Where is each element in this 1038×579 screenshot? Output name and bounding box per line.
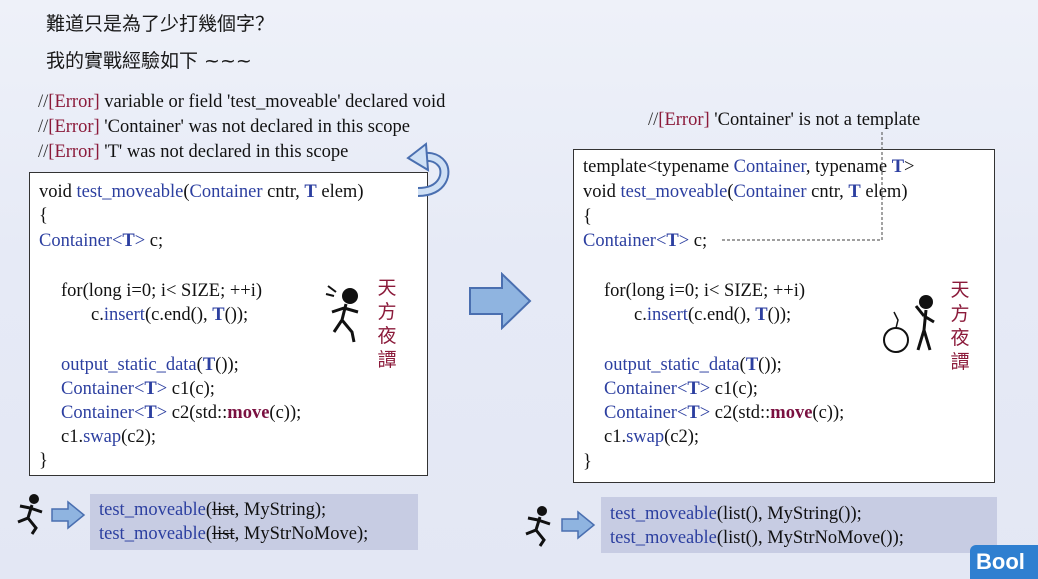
slide-title-line1: 難道只是為了少打幾個字？ [46,13,275,35]
runner-right-icon [525,506,551,547]
left-code-brace-open: { [39,206,48,226]
right-arrow-icon [469,272,532,330]
left-error-1: //[Error] variable or field 'test_moveab… [38,92,446,112]
right-code-line-for: for(long i=0; i< SIZE; ++i) [604,281,806,301]
left-code-line-decl: Container<T> c; [39,231,164,251]
right-code-brace-open: { [583,207,592,227]
right-cjk-3: 夜 [950,327,970,349]
right-code-line-c2: Container<T> c2(std::move(c)); [604,403,845,423]
right-cjk-2: 方 [950,303,970,325]
left-code-brace-close: } [39,451,48,471]
left-code-line-c2: Container<T> c2(std::move(c)); [61,403,302,423]
left-cjk-3: 夜 [377,325,397,347]
bomb-figure-icon [883,295,935,353]
left-error-2: //[Error] 'Container' was not declared i… [38,117,410,137]
left-cjk-2: 方 [377,301,397,323]
left-call-box: test_moveable(list, MyString); test_move… [90,494,418,550]
left-error-3: //[Error] 'T' was not declared in this s… [38,142,349,162]
left-code-signature: void test_moveable(Container cntr, T ele… [39,182,364,202]
right-call-2: test_moveable(list(), MyStrNoMove()); [610,528,904,548]
left-code-line-c1: Container<T> c1(c); [61,379,215,399]
right-code-line-c1: Container<T> c1(c); [604,379,758,399]
small-arrow-left-icon [51,500,86,530]
left-code-line-insert: c.insert(c.end(), T()); [91,305,249,325]
right-call-1: test_moveable(list(), MyString()); [610,504,862,524]
left-code-line-for: for(long i=0; i< SIZE; ++i) [61,281,263,301]
slide-title-line2: 我的實戰經驗如下 ~~~ [46,50,252,72]
dashed-callout-line [722,132,883,241]
running-figure-icon [325,285,359,343]
right-call-box: test_moveable(list(), MyString()); test_… [601,497,997,553]
right-code-brace-close: } [583,452,592,472]
left-call-1: test_moveable(list, MyString); [99,500,327,520]
bool-logo: Bool [970,545,1038,579]
left-call-2: test_moveable(list, MyStrNoMove); [99,524,369,544]
left-cjk-4: 譚 [377,349,397,371]
right-cjk-1: 天 [950,279,970,301]
right-code-line-output: output_static_data(T()); [604,355,782,375]
right-code-line-decl: Container<T> c; [583,231,708,251]
right-cjk-4: 譚 [950,351,970,373]
left-cjk-1: 天 [377,277,397,299]
right-code-line-swap: c1.swap(c2); [604,427,700,447]
small-arrow-right-icon [561,510,596,540]
left-code-line-output: output_static_data(T()); [61,355,239,375]
right-code-line-insert: c.insert(c.end(), T()); [634,305,792,325]
curved-arrow-icon [406,142,450,197]
left-code-line-swap: c1.swap(c2); [61,427,157,447]
runner-left-icon [17,494,43,535]
